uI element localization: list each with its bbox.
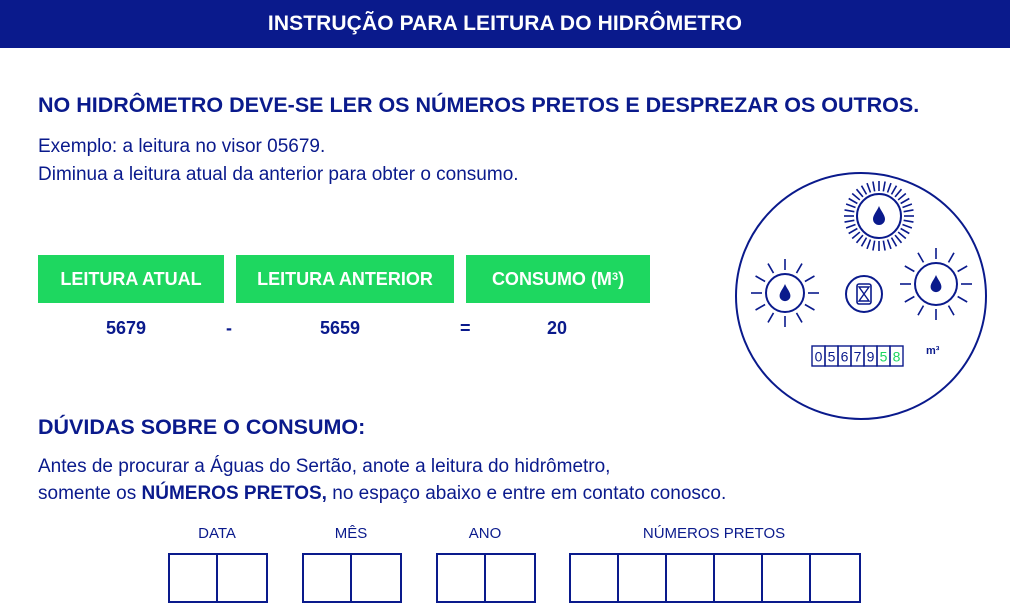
odometer-digit: 9 [867,349,875,365]
consumption-label-close: ) [618,268,625,289]
doubts-text-line2-end: no espaço abaixo e entre em contato cono… [326,483,727,504]
month-input-boxes [302,553,402,603]
subtract-instruction-text: Diminua a leitura atual da anterior para… [38,164,519,185]
day-digit-box[interactable] [218,555,266,601]
previous-reading-label: LEITURA ANTERIOR [236,255,454,303]
number-digit-box[interactable] [619,555,667,601]
doubts-text-line2-start: somente os [38,483,142,504]
month-digit-box[interactable] [304,555,352,601]
odometer-digit: 7 [854,349,862,365]
left-dial-icon [751,259,819,327]
instruction-heading: NO HIDRÔMETRO DEVE-SE LER OS NÚMEROS PRE… [38,93,920,117]
odometer-digit: 5 [828,349,836,365]
water-meter-illustration: 0567958 m³ [735,172,987,420]
current-reading-value: 5679 [106,318,147,338]
right-dial-icon [900,248,972,320]
meter-body [735,172,987,420]
previous-reading-label-text: LEITURA ANTERIOR [257,268,433,289]
header-title: INSTRUÇÃO PARA LEITURA DO HIDRÔMETRO [267,12,743,35]
odometer-digit: 5 [880,349,888,365]
year-digit-box[interactable] [486,555,534,601]
black-numbers-input-boxes [569,553,861,603]
meter-odometer: 0567958 [811,345,904,367]
odometer-digit: 6 [841,349,849,365]
top-dial-icon [844,181,914,251]
year-input-boxes [436,553,536,603]
equals-sign: = [460,318,471,338]
day-field-label: DATA [198,525,236,542]
doubts-text-line2: somente os NÚMEROS PRETOS, no espaço aba… [38,483,726,505]
current-reading-label: LEITURA ATUAL [38,255,224,303]
consumption-label-text: CONSUMO (M [491,268,612,289]
minus-sign: - [226,318,232,338]
current-reading-label-text: LEITURA ATUAL [60,268,202,289]
hourglass-icon [845,275,883,313]
number-digit-box[interactable] [763,555,811,601]
previous-reading-value: 5659 [320,318,361,338]
number-digit-box[interactable] [667,555,715,601]
number-digit-box[interactable] [715,555,763,601]
consumption-label-sup: 3 [611,271,619,283]
black-numbers-emphasis: NÚMEROS PRETOS, [141,483,327,504]
consumption-value: 20 [547,318,568,338]
doubts-text-line1: Antes de procurar a Águas do Sertão, ano… [38,456,611,477]
example-text: Exemplo: a leitura no visor 05679. [38,136,326,157]
odometer-digit: 0 [815,349,823,365]
number-digit-box[interactable] [571,555,619,601]
day-digit-box[interactable] [170,555,218,601]
day-input-boxes [168,553,268,603]
odometer-digit: 8 [893,349,901,365]
year-digit-box[interactable] [438,555,486,601]
meter-unit: m³ [926,345,940,357]
number-digit-box[interactable] [811,555,859,601]
consumption-label: CONSUMO (M 3) [466,255,650,303]
year-field-label: ANO [468,525,502,542]
black-numbers-field-label: NÚMEROS PRETOS [642,525,786,542]
month-digit-box[interactable] [352,555,400,601]
month-field-label: MÊS [334,525,368,542]
header-bar: INSTRUÇÃO PARA LEITURA DO HIDRÔMETRO [0,0,1010,48]
doubts-heading: DÚVIDAS SOBRE O CONSUMO: [38,415,366,439]
